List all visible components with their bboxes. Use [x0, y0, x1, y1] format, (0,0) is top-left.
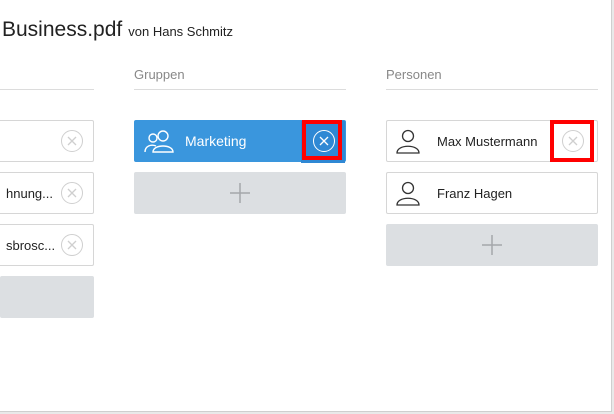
document-title: Business.pdf: [2, 18, 123, 41]
left-item-3[interactable]: sbrosc...: [0, 224, 94, 266]
left-item-label: sbrosc...: [6, 237, 56, 253]
left-add-button[interactable]: [0, 276, 94, 318]
document-author: von Hans Schmitz: [128, 24, 234, 39]
group-icon: [144, 130, 174, 153]
highlight-box: [302, 120, 342, 160]
remove-left-item-3-button[interactable]: [61, 234, 83, 256]
person-icon: [396, 129, 420, 154]
plus-icon: [230, 183, 250, 203]
add-person-button[interactable]: [386, 224, 598, 266]
highlight-box: [550, 120, 594, 162]
persons-heading: Personen: [386, 67, 442, 82]
group-item-label: Marketing: [185, 133, 247, 149]
person-item-franz-hagen[interactable]: Franz Hagen: [386, 172, 598, 214]
plus-icon: [482, 235, 502, 255]
groups-divider: [134, 89, 346, 90]
remove-left-item-1-button[interactable]: [61, 130, 83, 152]
left-item-1[interactable]: [0, 120, 94, 162]
close-icon: [67, 240, 77, 250]
remove-left-item-2-button[interactable]: [61, 182, 83, 204]
document-title-bar: Business.pdf von Hans Schmitz: [2, 18, 233, 42]
left-item-label: hnung...: [6, 185, 53, 201]
share-dialog: Business.pdf von Hans Schmitz hnung... sb…: [0, 0, 612, 412]
persons-divider: [386, 89, 598, 90]
groups-heading: Gruppen: [134, 67, 185, 82]
close-icon: [67, 136, 77, 146]
close-icon: [67, 188, 77, 198]
person-icon: [396, 181, 420, 206]
left-column-divider: [0, 89, 94, 90]
person-item-label: Franz Hagen: [437, 185, 513, 201]
left-item-2[interactable]: hnung...: [0, 172, 94, 214]
add-group-button[interactable]: [134, 172, 346, 214]
person-item-label: Max Mustermann: [437, 133, 538, 149]
